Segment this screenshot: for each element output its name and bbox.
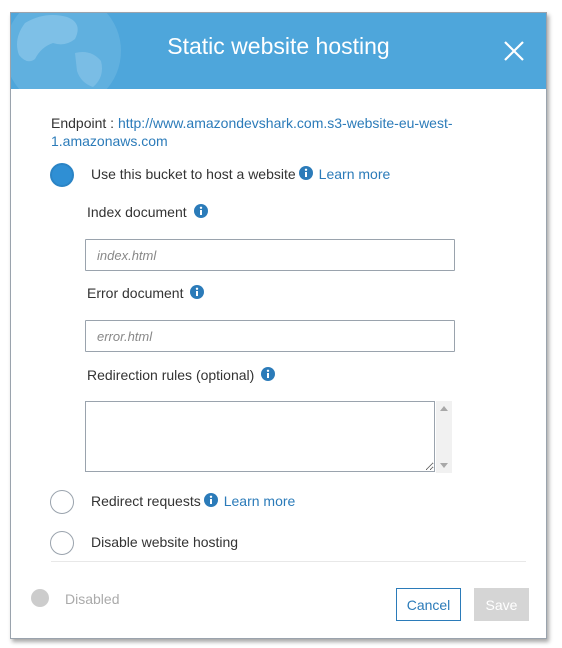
status-toggle-label: Disabled [65,591,120,607]
index-document-field-label: Index document [87,204,208,220]
error-document-input[interactable] [85,320,455,352]
info-icon[interactable] [261,367,276,381]
redirect-requests-radio[interactable] [50,490,74,514]
close-icon[interactable] [502,39,526,63]
endpoint-row: Endpoint : http://www.amazondevshark.com… [51,114,491,150]
status-toggle-icon[interactable] [31,589,49,607]
info-icon[interactable] [190,285,205,299]
endpoint-label: Endpoint : [51,115,115,131]
cancel-button[interactable]: Cancel [396,588,461,621]
redirection-rules-textarea[interactable] [85,401,435,472]
save-button[interactable]: Save [474,588,529,621]
disable-hosting-label: Disable website hosting [91,534,239,550]
host-website-label: Use this bucket to host a website [91,166,296,182]
dialog-title: Static website hosting [167,33,390,59]
redirect-requests-option: Redirect requests Learn more [91,493,295,509]
scroll-up-arrow-icon[interactable] [440,406,448,411]
scroll-down-arrow-icon[interactable] [440,463,448,468]
static-website-hosting-dialog: Static website hosting Endpoint : http:/… [10,12,547,639]
error-document-field-label: Error document [87,285,205,301]
redirection-rules-wrapper [85,401,452,473]
redirect-learn-more-link[interactable]: Learn more [224,493,296,509]
redirection-rules-field-label: Redirection rules (optional) [87,367,276,383]
textarea-scrollbar[interactable] [436,401,452,473]
host-website-radio[interactable] [50,163,74,187]
info-icon[interactable] [298,166,313,180]
index-document-input[interactable] [85,239,455,271]
error-document-label: Error document [87,285,184,301]
dialog-header: Static website hosting [11,13,546,89]
info-icon[interactable] [203,493,218,507]
redirection-rules-label: Redirection rules (optional) [87,367,255,383]
disable-hosting-radio[interactable] [50,531,74,555]
host-website-option: Use this bucket to host a website Learn m… [91,166,390,182]
index-document-label: Index document [87,204,187,220]
info-icon[interactable] [193,204,208,218]
footer-divider [51,561,526,562]
redirect-requests-label: Redirect requests [91,493,201,509]
host-learn-more-link[interactable]: Learn more [319,166,391,182]
